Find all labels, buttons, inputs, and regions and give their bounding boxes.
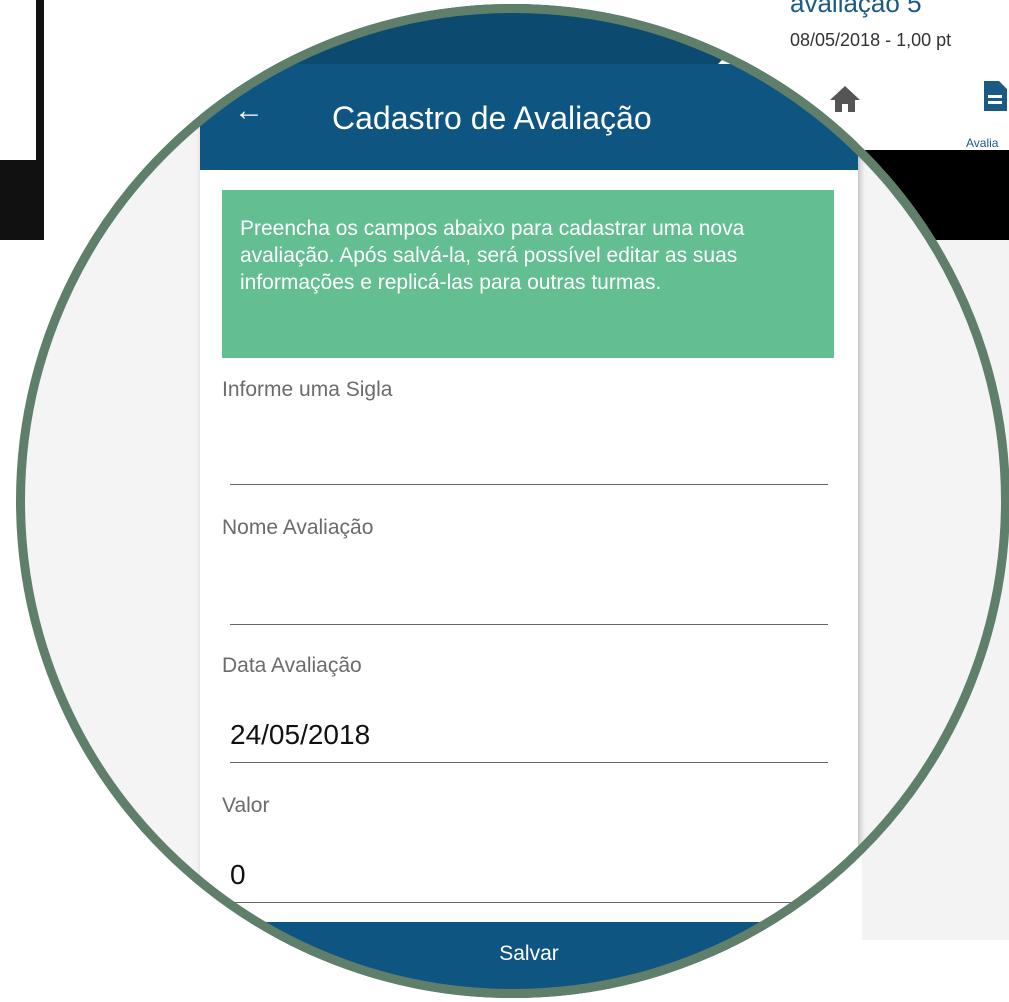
back-arrow-icon[interactable]: ← xyxy=(234,96,264,126)
info-banner: Preencha os campos abaixo para cadastrar… xyxy=(222,190,834,358)
background-nav-label: Avalia xyxy=(966,136,999,150)
valor-input[interactable] xyxy=(230,850,828,903)
page-title: Cadastro de Avaliação xyxy=(332,100,652,136)
document-icon xyxy=(984,81,1007,111)
signal-icon xyxy=(718,44,738,64)
background-card-left xyxy=(0,0,44,240)
nome-input[interactable] xyxy=(230,572,828,625)
save-button[interactable]: Salvar xyxy=(200,922,858,986)
nome-label: Nome Avaliação xyxy=(222,516,374,539)
valor-label: Valor xyxy=(222,794,270,817)
data-input[interactable] xyxy=(230,710,828,763)
sigla-input[interactable] xyxy=(230,432,828,485)
magnifier-lens: ← Cadastro de Avaliação Preencha os camp… xyxy=(16,4,1009,998)
data-label: Data Avaliação xyxy=(222,654,362,677)
sigla-label: Informe uma Sigla xyxy=(222,378,393,401)
phone-screen: ← Cadastro de Avaliação Preencha os camp… xyxy=(200,4,858,998)
status-bar xyxy=(200,4,858,64)
